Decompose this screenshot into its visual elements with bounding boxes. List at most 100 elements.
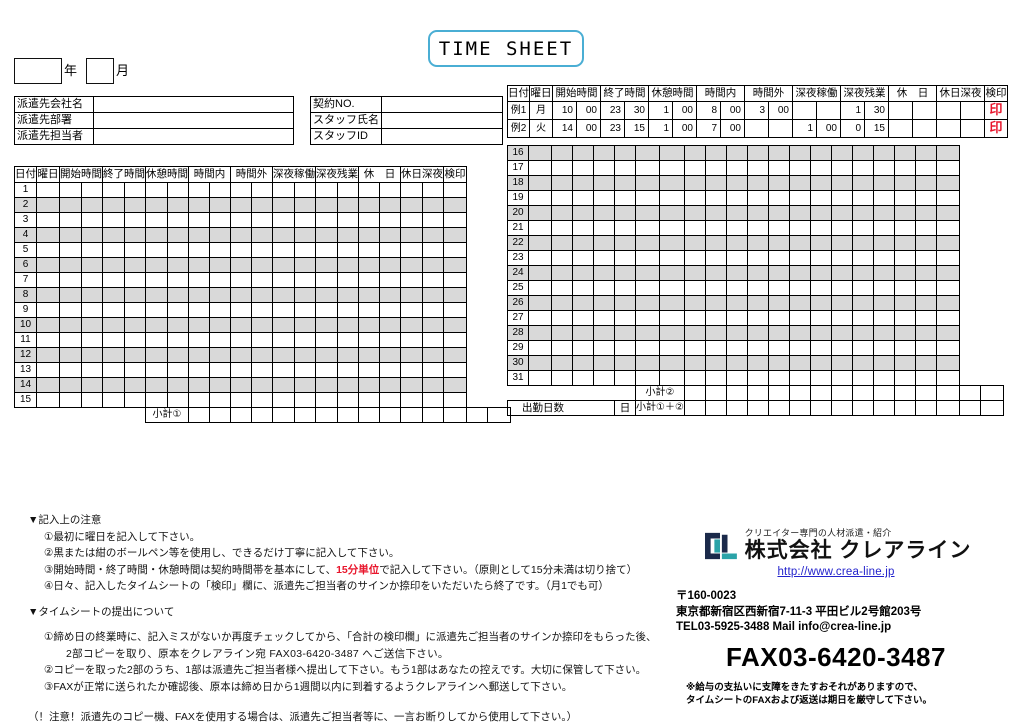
row-time-cell[interactable] <box>593 175 615 191</box>
row-weekday-input[interactable] <box>528 265 552 281</box>
row-time-cell[interactable] <box>572 235 594 251</box>
row-seal-cell[interactable] <box>935 340 960 356</box>
row-time-cell[interactable] <box>767 325 790 341</box>
row-time-cell[interactable] <box>272 257 295 273</box>
row-time-cell[interactable] <box>893 160 916 176</box>
row-time-cell[interactable] <box>336 212 359 228</box>
staff-info-field[interactable] <box>381 112 503 129</box>
row-time-cell[interactable] <box>315 347 338 363</box>
row-time-cell[interactable] <box>315 272 338 288</box>
row-seal-cell[interactable] <box>935 355 960 371</box>
row-time-cell[interactable] <box>614 160 636 176</box>
row-time-cell[interactable] <box>145 317 168 333</box>
row-time-cell[interactable] <box>659 145 685 161</box>
row-time-cell[interactable] <box>293 287 316 303</box>
row-time-cell[interactable] <box>704 280 727 296</box>
table-row[interactable]: 16 <box>507 145 1004 161</box>
row-time-cell[interactable] <box>659 175 685 191</box>
row-time-cell[interactable] <box>659 220 685 236</box>
row-time-cell[interactable] <box>379 362 401 378</box>
row-time-cell[interactable] <box>188 347 210 363</box>
row-time-cell[interactable] <box>572 265 594 281</box>
row-time-cell[interactable] <box>272 377 295 393</box>
row-time-cell[interactable] <box>315 317 338 333</box>
row-time-cell[interactable] <box>746 295 769 311</box>
total-value-cell[interactable] <box>293 407 316 423</box>
row-time-cell[interactable] <box>358 212 380 228</box>
row-time-cell[interactable] <box>336 287 359 303</box>
table-row[interactable]: 4 <box>14 227 511 243</box>
row-time-cell[interactable] <box>123 272 146 288</box>
row-time-cell[interactable] <box>272 227 295 243</box>
row-time-cell[interactable] <box>683 190 706 206</box>
row-time-cell[interactable] <box>893 190 916 206</box>
row-time-cell[interactable] <box>572 325 594 341</box>
row-time-cell[interactable] <box>551 310 573 326</box>
row-time-cell[interactable] <box>251 227 273 243</box>
row-time-cell[interactable] <box>123 227 146 243</box>
row-time-cell[interactable] <box>188 377 210 393</box>
row-time-cell[interactable] <box>634 205 661 221</box>
row-time-cell[interactable] <box>102 317 125 333</box>
row-time-cell[interactable] <box>336 332 359 348</box>
row-time-cell[interactable] <box>767 265 790 281</box>
row-time-cell[interactable] <box>80 362 103 378</box>
row-time-cell[interactable] <box>80 212 103 228</box>
table-row[interactable]: 18 <box>507 175 1004 191</box>
row-time-cell[interactable] <box>634 310 661 326</box>
table-row[interactable]: 13 <box>14 362 511 378</box>
total-value-cell[interactable] <box>788 400 811 416</box>
row-time-cell[interactable] <box>315 377 338 393</box>
row-time-cell[interactable] <box>893 205 916 221</box>
row-time-cell[interactable] <box>59 182 82 198</box>
row-weekday-input[interactable] <box>528 295 552 311</box>
row-time-cell[interactable] <box>746 220 769 236</box>
row-time-cell[interactable] <box>400 242 423 258</box>
row-time-cell[interactable] <box>379 317 401 333</box>
row-time-cell[interactable] <box>421 287 444 303</box>
row-time-cell[interactable] <box>788 310 811 326</box>
row-time-cell[interactable] <box>572 145 594 161</box>
table-row[interactable]: 28 <box>507 325 1004 341</box>
row-time-cell[interactable] <box>725 340 748 356</box>
row-time-cell[interactable] <box>209 362 231 378</box>
row-time-cell[interactable] <box>614 235 636 251</box>
row-time-cell[interactable] <box>209 242 231 258</box>
row-time-cell[interactable] <box>683 175 706 191</box>
row-time-cell[interactable] <box>788 340 811 356</box>
row-time-cell[interactable] <box>188 227 210 243</box>
row-time-cell[interactable] <box>102 212 125 228</box>
row-time-cell[interactable] <box>272 242 295 258</box>
row-time-cell[interactable] <box>683 250 706 266</box>
row-time-cell[interactable] <box>80 392 103 408</box>
row-time-cell[interactable] <box>704 250 727 266</box>
row-time-cell[interactable] <box>102 302 125 318</box>
row-time-cell[interactable] <box>725 250 748 266</box>
row-time-cell[interactable] <box>767 235 790 251</box>
table-row[interactable]: 9 <box>14 302 511 318</box>
row-time-cell[interactable] <box>336 377 359 393</box>
row-time-cell[interactable] <box>251 362 273 378</box>
row-weekday-input[interactable] <box>528 205 552 221</box>
table-row[interactable]: 25 <box>507 280 1004 296</box>
row-time-cell[interactable] <box>358 332 380 348</box>
row-time-cell[interactable] <box>872 310 895 326</box>
row-time-cell[interactable] <box>379 197 401 213</box>
row-time-cell[interactable] <box>272 362 295 378</box>
total-value-cell[interactable] <box>935 385 960 401</box>
row-time-cell[interactable] <box>102 242 125 258</box>
row-time-cell[interactable] <box>634 295 661 311</box>
row-time-cell[interactable] <box>788 295 811 311</box>
row-time-cell[interactable] <box>209 332 231 348</box>
table-row[interactable]: 8 <box>14 287 511 303</box>
table-row[interactable]: 10 <box>14 317 511 333</box>
row-time-cell[interactable] <box>634 250 661 266</box>
row-time-cell[interactable] <box>767 190 790 206</box>
row-time-cell[interactable] <box>872 355 895 371</box>
row-time-cell[interactable] <box>102 362 125 378</box>
table-row[interactable]: 6 <box>14 257 511 273</box>
row-time-cell[interactable] <box>572 310 594 326</box>
row-time-cell[interactable] <box>725 370 748 386</box>
row-time-cell[interactable] <box>809 250 832 266</box>
row-time-cell[interactable] <box>336 362 359 378</box>
